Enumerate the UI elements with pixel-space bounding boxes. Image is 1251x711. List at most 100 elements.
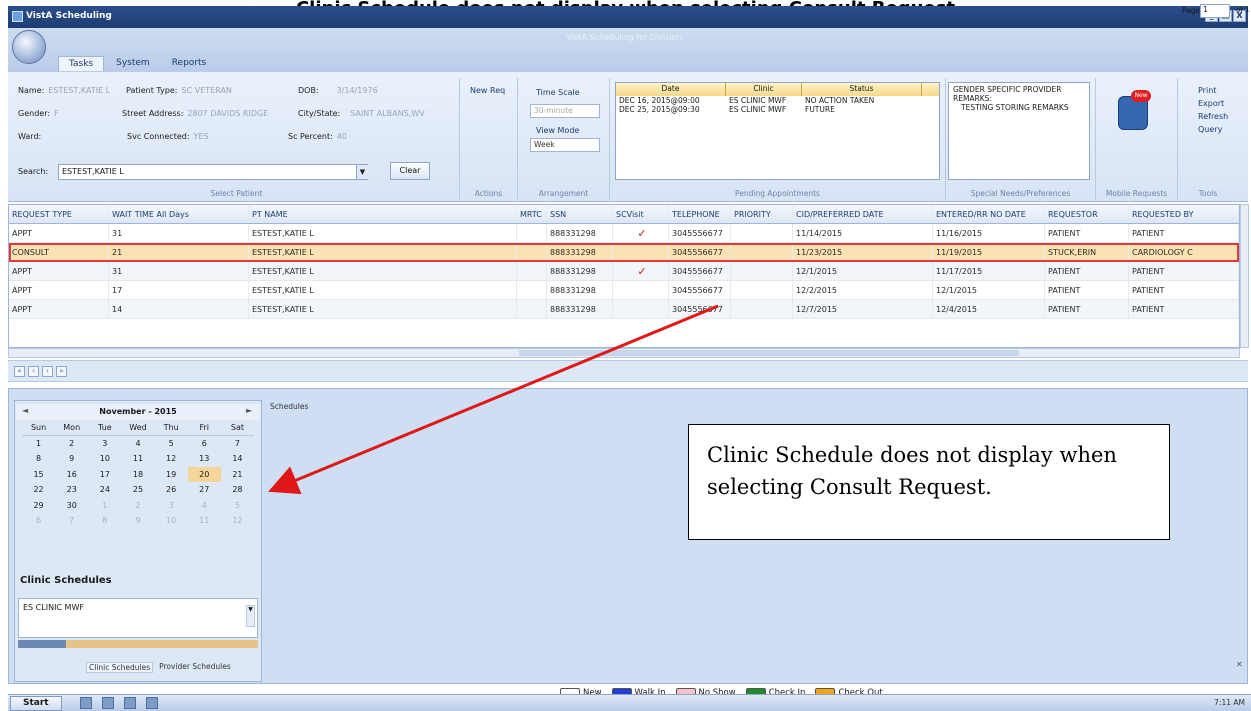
refresh-button[interactable]: Refresh	[1198, 110, 1228, 123]
calendar-day[interactable]: 8	[88, 513, 121, 529]
calendar-day[interactable]: 11	[121, 451, 154, 467]
tab-reports[interactable]: Reports	[162, 56, 217, 71]
tab-provider-schedules[interactable]: Provider Schedules	[159, 662, 231, 673]
page-number-input[interactable]: 1	[1200, 4, 1230, 18]
calendar-day[interactable]: 10	[88, 451, 121, 467]
table-row[interactable]: APPT 17 ESTEST,KATIE L 888331298 3045556…	[9, 281, 1239, 300]
col-mrtc[interactable]: MRTC	[517, 205, 547, 223]
taskbar-app-icon[interactable]	[146, 697, 158, 709]
col-requested-by[interactable]: REQUESTED BY	[1129, 205, 1239, 223]
calendar-day[interactable]: 13	[188, 451, 221, 467]
first-page-icon[interactable]: «	[14, 366, 25, 377]
clinic-item[interactable]: ES CLINIC MWF	[23, 603, 253, 612]
calendar-day[interactable]: 3	[155, 498, 188, 514]
calendar-day[interactable]: 14	[221, 451, 254, 467]
calendar-day[interactable]: 1	[22, 436, 55, 452]
col-ssn[interactable]: SSN	[547, 205, 613, 223]
pending-appointments-list[interactable]: Date Clinic Status DEC 16, 2015@09:00 ES…	[615, 82, 940, 180]
calendar-day[interactable]: 4	[188, 498, 221, 514]
calendar-day[interactable]: 24	[88, 482, 121, 498]
calendar-day[interactable]: 25	[121, 482, 154, 498]
calendar-day[interactable]: 10	[155, 513, 188, 529]
calendar-day[interactable]: 5	[221, 498, 254, 514]
col-scvisit[interactable]: SCVisit	[613, 205, 669, 223]
calendar-day[interactable]: 7	[55, 513, 88, 529]
col-telephone[interactable]: TELEPHONE	[669, 205, 731, 223]
pending-col-date[interactable]: Date	[616, 83, 726, 96]
last-page-icon[interactable]: »	[56, 366, 67, 377]
calendar-day[interactable]: 15	[22, 467, 55, 483]
export-button[interactable]: Export	[1198, 97, 1228, 110]
calendar-day[interactable]: 11	[188, 513, 221, 529]
col-priority[interactable]: PRIORITY	[731, 205, 793, 223]
table-row-selected[interactable]: CONSULT 21 ESTEST,KATIE L 888331298 3045…	[9, 243, 1239, 262]
prev-page-icon[interactable]: ‹	[28, 366, 39, 377]
calendar-day[interactable]: 7	[221, 436, 254, 452]
calendar-day[interactable]: 12	[155, 451, 188, 467]
clear-button[interactable]: Clear	[390, 162, 430, 180]
scroll-thumb[interactable]	[519, 350, 1019, 356]
calendar-day[interactable]: 8	[22, 451, 55, 467]
calendar-day[interactable]: 17	[88, 467, 121, 483]
calendar-day[interactable]: 6	[22, 513, 55, 529]
tab-clinic-schedules[interactable]: Clinic Schedules	[86, 662, 154, 673]
calendar-day[interactable]: 9	[121, 513, 154, 529]
grid-horizontal-scrollbar[interactable]	[8, 348, 1240, 358]
calendar-day[interactable]: 26	[155, 482, 188, 498]
calendar-day[interactable]: 3	[88, 436, 121, 452]
new-request-button[interactable]: New Req	[470, 86, 505, 95]
calendar-prev-icon[interactable]: ◄	[22, 406, 28, 415]
calendar-day[interactable]: 1	[88, 498, 121, 514]
query-button[interactable]: Query	[1198, 123, 1228, 136]
tab-system[interactable]: System	[106, 56, 160, 71]
cell-name: ESTEST,KATIE L	[249, 224, 517, 242]
calendar-next-icon[interactable]: ►	[246, 406, 252, 415]
next-page-icon[interactable]: ›	[42, 366, 53, 377]
calendar-day[interactable]: 2	[121, 498, 154, 514]
col-requestor[interactable]: REQUESTOR	[1045, 205, 1129, 223]
calendar-day[interactable]: 29	[22, 498, 55, 514]
print-button[interactable]: Print	[1198, 84, 1228, 97]
calendar-day[interactable]: 27	[188, 482, 221, 498]
calendar-day[interactable]: 12	[221, 513, 254, 529]
pending-col-status[interactable]: Status	[802, 83, 922, 96]
clinic-scrollbar[interactable]	[18, 640, 258, 648]
grid-vertical-scrollbar[interactable]	[1240, 204, 1249, 348]
calendar-day[interactable]: 6	[188, 436, 221, 452]
clinic-list-scrollbar[interactable]: ▼	[246, 605, 255, 627]
col-wait-time[interactable]: WAIT TIME All Days	[109, 205, 249, 223]
calendar-day[interactable]: 21	[221, 467, 254, 483]
calendar-day[interactable]: 23	[55, 482, 88, 498]
col-pt-name[interactable]: PT NAME	[249, 205, 517, 223]
taskbar-app-icon[interactable]	[80, 697, 92, 709]
start-button[interactable]: Start	[10, 696, 62, 711]
chevron-down-icon[interactable]: ▼	[356, 165, 368, 179]
calendar-day[interactable]: 19	[155, 467, 188, 483]
calendar-day[interactable]: 5	[155, 436, 188, 452]
pending-row[interactable]: DEC 25, 2015@09:30 ES CLINIC MWF FUTURE	[616, 105, 939, 114]
time-scale-select[interactable]: 30-minute	[530, 104, 600, 118]
calendar-day[interactable]: 28	[221, 482, 254, 498]
table-row[interactable]: APPT 14 ESTEST,KATIE L 888331298 3045556…	[9, 300, 1239, 319]
pending-row[interactable]: DEC 16, 2015@09:00 ES CLINIC MWF NO ACTI…	[616, 96, 939, 105]
taskbar-app-icon[interactable]	[102, 697, 114, 709]
close-icon[interactable]: ✕	[1236, 660, 1243, 669]
calendar-day[interactable]: 16	[55, 467, 88, 483]
pending-col-clinic[interactable]: Clinic	[726, 83, 802, 96]
col-entered-date[interactable]: ENTERED/RR NO DATE	[933, 205, 1045, 223]
patient-search-input[interactable]: ESTEST,KATIE L	[58, 164, 368, 180]
tab-tasks[interactable]: Tasks	[58, 56, 105, 71]
calendar-day[interactable]: 2	[55, 436, 88, 452]
calendar-day[interactable]: 9	[55, 451, 88, 467]
calendar-day[interactable]: 18	[121, 467, 154, 483]
taskbar-app-icon[interactable]	[124, 697, 136, 709]
calendar-day[interactable]: 22	[22, 482, 55, 498]
calendar-day[interactable]: 30	[55, 498, 88, 514]
calendar-day[interactable]: 4	[121, 436, 154, 452]
col-cid-date[interactable]: CID/PREFERRED DATE	[793, 205, 933, 223]
col-request-type[interactable]: REQUEST TYPE	[9, 205, 109, 223]
view-mode-select[interactable]: Week	[530, 138, 600, 152]
table-row[interactable]: APPT 31 ESTEST,KATIE L 888331298 ✓ 30455…	[9, 262, 1239, 281]
table-row[interactable]: APPT 31 ESTEST,KATIE L 888331298 ✓ 30455…	[9, 224, 1239, 243]
calendar-day-selected[interactable]: 20	[187, 466, 221, 482]
